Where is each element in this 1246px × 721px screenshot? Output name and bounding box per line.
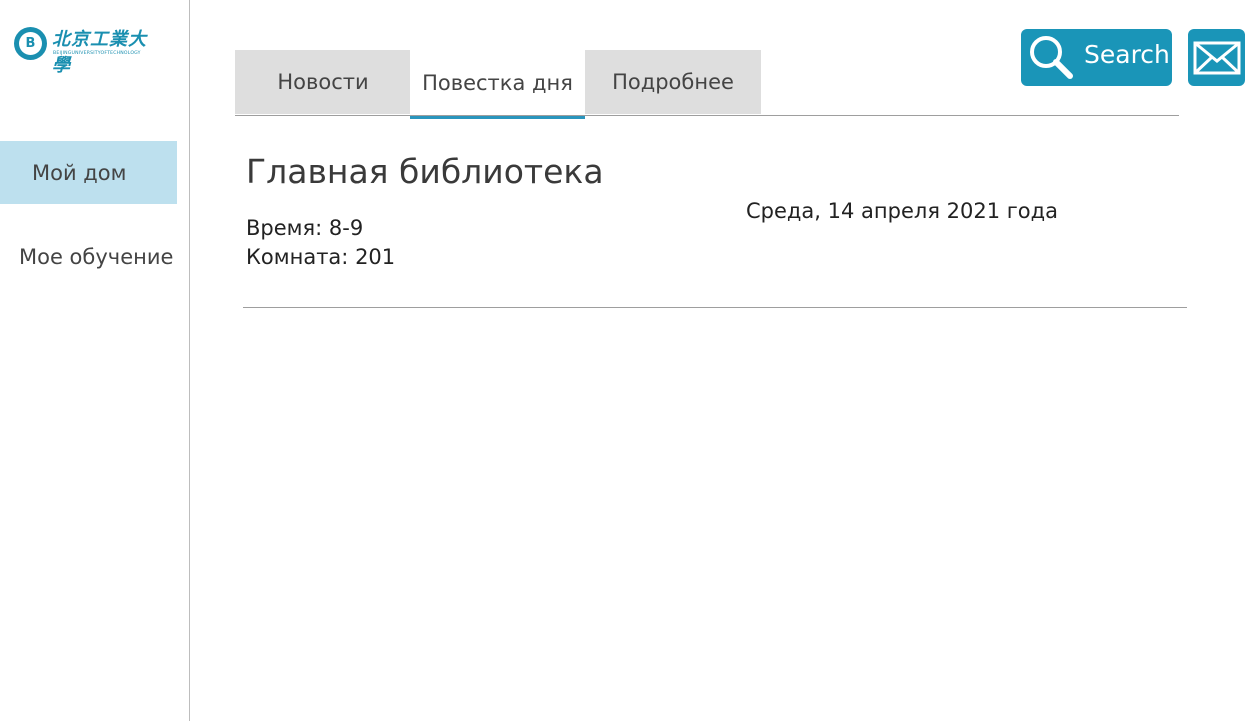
search-label: Search (1084, 40, 1170, 69)
mail-button[interactable] (1188, 29, 1245, 86)
event-room: Комната: 201 (246, 245, 395, 269)
tab-label: Повестка дня (422, 70, 573, 95)
event-time: Время: 8-9 (246, 216, 363, 240)
logo-mark: B (14, 27, 47, 60)
tab-divider (235, 115, 1179, 116)
room-label: Комната: (246, 245, 356, 269)
search-button[interactable]: Search (1021, 29, 1172, 86)
sidebar-item-my-learning[interactable]: Мое обучение (0, 225, 177, 288)
sidebar-item-label: Мой дом (32, 160, 127, 185)
tab-agenda[interactable]: Повестка дня (410, 50, 585, 119)
sidebar-item-my-home[interactable]: Мой дом (0, 141, 177, 204)
event-date: Среда, 14 апреля 2021 года (746, 199, 1059, 223)
tab-label: Новости (277, 70, 369, 94)
sidebar: B 北京工業大學 BEIJINGUNIVERSITYOFTECHNOLOGY М… (0, 0, 190, 721)
time-label: Время: (246, 216, 329, 240)
magnifier-icon (1030, 36, 1073, 79)
content-divider (243, 307, 1187, 308)
time-value: 8-9 (328, 216, 364, 240)
logo-mark-letter: B (19, 32, 42, 55)
tab-more[interactable]: Подробнее (585, 50, 761, 114)
envelope-icon (1193, 41, 1240, 74)
tab-news[interactable]: Новости (235, 50, 411, 114)
sidebar-item-label: Мое обучение (19, 244, 174, 269)
logo-english-text: BEIJINGUNIVERSITYOFTECHNOLOGY (53, 51, 141, 56)
tab-label: Подробнее (612, 70, 734, 94)
event-title: Главная библиотека (246, 152, 604, 191)
room-value: 201 (355, 245, 396, 269)
university-logo[interactable]: B 北京工業大學 BEIJINGUNIVERSITYOFTECHNOLOGY (14, 25, 164, 76)
